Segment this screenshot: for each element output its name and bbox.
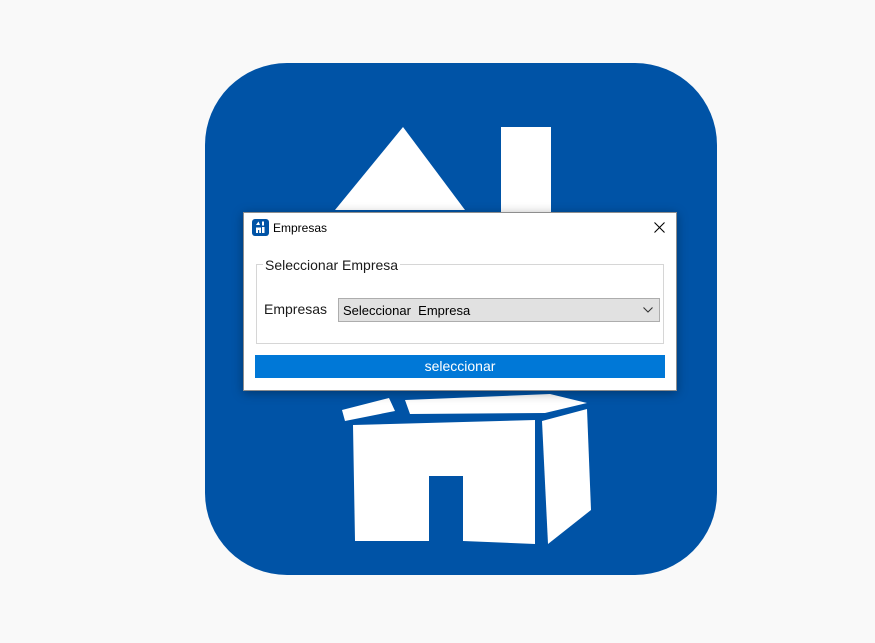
groupbox-legend: Seleccionar Empresa	[263, 257, 401, 273]
empresas-dialog: Empresas Seleccionar Empresa Empresas Se…	[243, 212, 677, 391]
close-icon	[654, 222, 665, 233]
company-app-icon	[252, 219, 269, 236]
chevron-down-icon	[643, 307, 653, 313]
seleccionar-button[interactable]: seleccionar	[255, 355, 665, 378]
company-select-value: Seleccionar Empresa	[343, 303, 471, 318]
window-title: Empresas	[273, 221, 328, 235]
close-button[interactable]	[642, 213, 676, 243]
desktop-canvas: Empresas Seleccionar Empresa Empresas Se…	[0, 0, 875, 643]
empresas-label: Empresas	[264, 301, 328, 317]
title-bar: Empresas	[244, 213, 676, 243]
company-select[interactable]: Seleccionar Empresa	[338, 298, 660, 322]
